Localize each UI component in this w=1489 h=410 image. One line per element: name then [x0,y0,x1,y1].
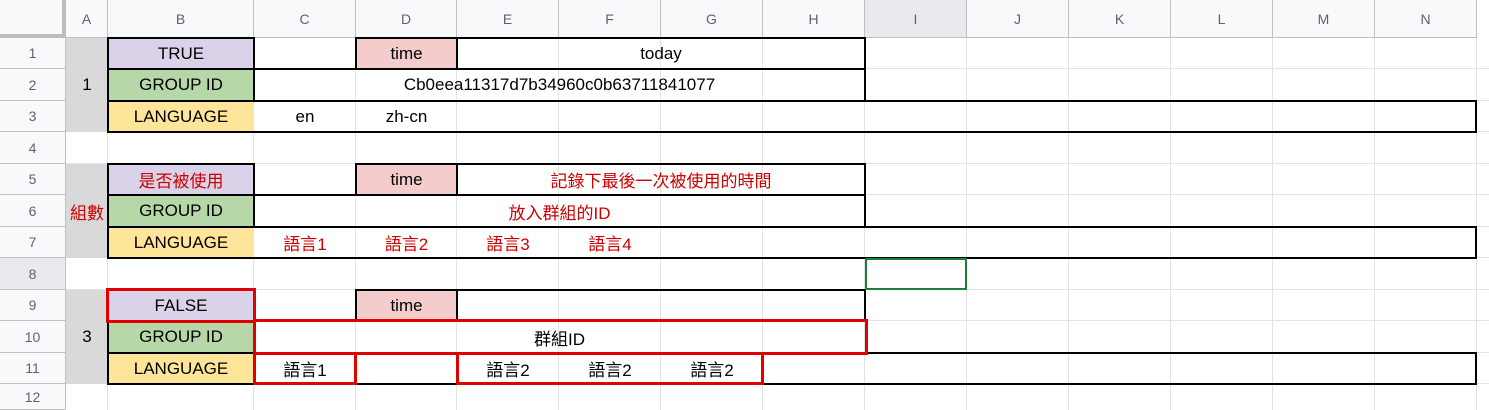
row-header-12[interactable]: 12 [0,384,66,410]
cell-f7[interactable]: 語言4 [559,227,661,258]
cell-b5[interactable]: 是否被使用 [108,164,254,195]
row-header-4[interactable]: 4 [0,132,66,164]
column-header-g[interactable]: G [661,0,763,38]
column-header-h[interactable]: H [763,0,865,38]
column-header-f[interactable]: F [559,0,661,38]
cell-b1[interactable]: TRUE [108,38,254,69]
cell-c11[interactable]: 語言1 [254,353,356,384]
row-header-6[interactable]: 6 [0,195,66,227]
cell-b2[interactable]: GROUP ID [108,69,254,101]
row-header-7[interactable]: 7 [0,227,66,258]
row-header-10[interactable]: 10 [0,321,66,353]
cell-b9[interactable]: FALSE [108,290,254,321]
column-header-e[interactable]: E [457,0,559,38]
cell-b6[interactable]: GROUP ID [108,195,254,227]
column-header-k[interactable]: K [1069,0,1171,38]
gridline-v [1476,38,1477,410]
gridline-v [1170,38,1171,410]
cell-d5[interactable]: time [356,164,457,195]
cell-e11[interactable]: 語言2 [457,353,559,384]
column-header-b[interactable]: B [108,0,254,38]
cell-b3[interactable]: LANGUAGE [108,101,254,132]
column-header-n[interactable]: N [1375,0,1477,38]
column-header-c[interactable]: C [254,0,356,38]
row-header-11[interactable]: 11 [0,353,66,384]
gridline-v [1374,38,1375,410]
cell-d3[interactable]: zh-cn [356,101,457,132]
spreadsheet-grid: ABCDEFGHIJKLMN 1 2 3 4 5 6 7 8 9 10 11 12 1 TRUE ti… [0,0,1489,410]
cell-g11[interactable]: 語言2 [661,353,763,384]
cell-e1-merged[interactable]: today [457,38,865,69]
select-all-corner[interactable] [0,0,66,38]
cell-c7[interactable]: 語言1 [254,227,356,258]
cell-a1-merged[interactable]: 1 [66,38,108,132]
row-header-3[interactable]: 3 [0,101,66,132]
row-header-9[interactable]: 9 [0,290,66,321]
column-header-i[interactable]: I [865,0,967,38]
cell-c2-merged[interactable]: Cb0eea11317d7b34960c0b63711841077 [254,69,865,101]
column-header-d[interactable]: D [356,0,457,38]
gridline-h [66,289,1489,290]
cell-d1[interactable]: time [356,38,457,69]
cell-d9[interactable]: time [356,290,457,321]
cell-e5-merged[interactable]: 記錄下最後一次被使用的時間 [457,164,865,195]
row-header-8[interactable]: 8 [0,258,66,290]
row-header-1[interactable]: 1 [0,38,66,69]
cell-b7[interactable]: LANGUAGE [108,227,254,258]
column-header-l[interactable]: L [1171,0,1273,38]
cell-b10[interactable]: GROUP ID [108,321,254,353]
row-header-2[interactable]: 2 [0,69,66,101]
cell-c10-merged[interactable]: 群組ID [254,321,865,353]
gridline-v [1068,38,1069,410]
column-header-a[interactable]: A [66,0,108,38]
cell-c3[interactable]: en [254,101,356,132]
column-header-m[interactable]: M [1273,0,1375,38]
column-header-j[interactable]: J [967,0,1069,38]
row-header-5[interactable]: 5 [0,164,66,195]
cell-a9-merged[interactable]: 3 [66,290,108,384]
cell-f11[interactable]: 語言2 [559,353,661,384]
cell-b11[interactable]: LANGUAGE [108,353,254,384]
selected-cell-i8[interactable] [865,258,967,290]
gridline-v [966,38,967,410]
gridline-v [1272,38,1273,410]
cell-e7[interactable]: 語言3 [457,227,559,258]
cell-d7[interactable]: 語言2 [356,227,457,258]
cell-c6-merged[interactable]: 放入群組的ID [254,195,865,227]
cell-a5-merged[interactable]: 組數 [66,164,108,258]
